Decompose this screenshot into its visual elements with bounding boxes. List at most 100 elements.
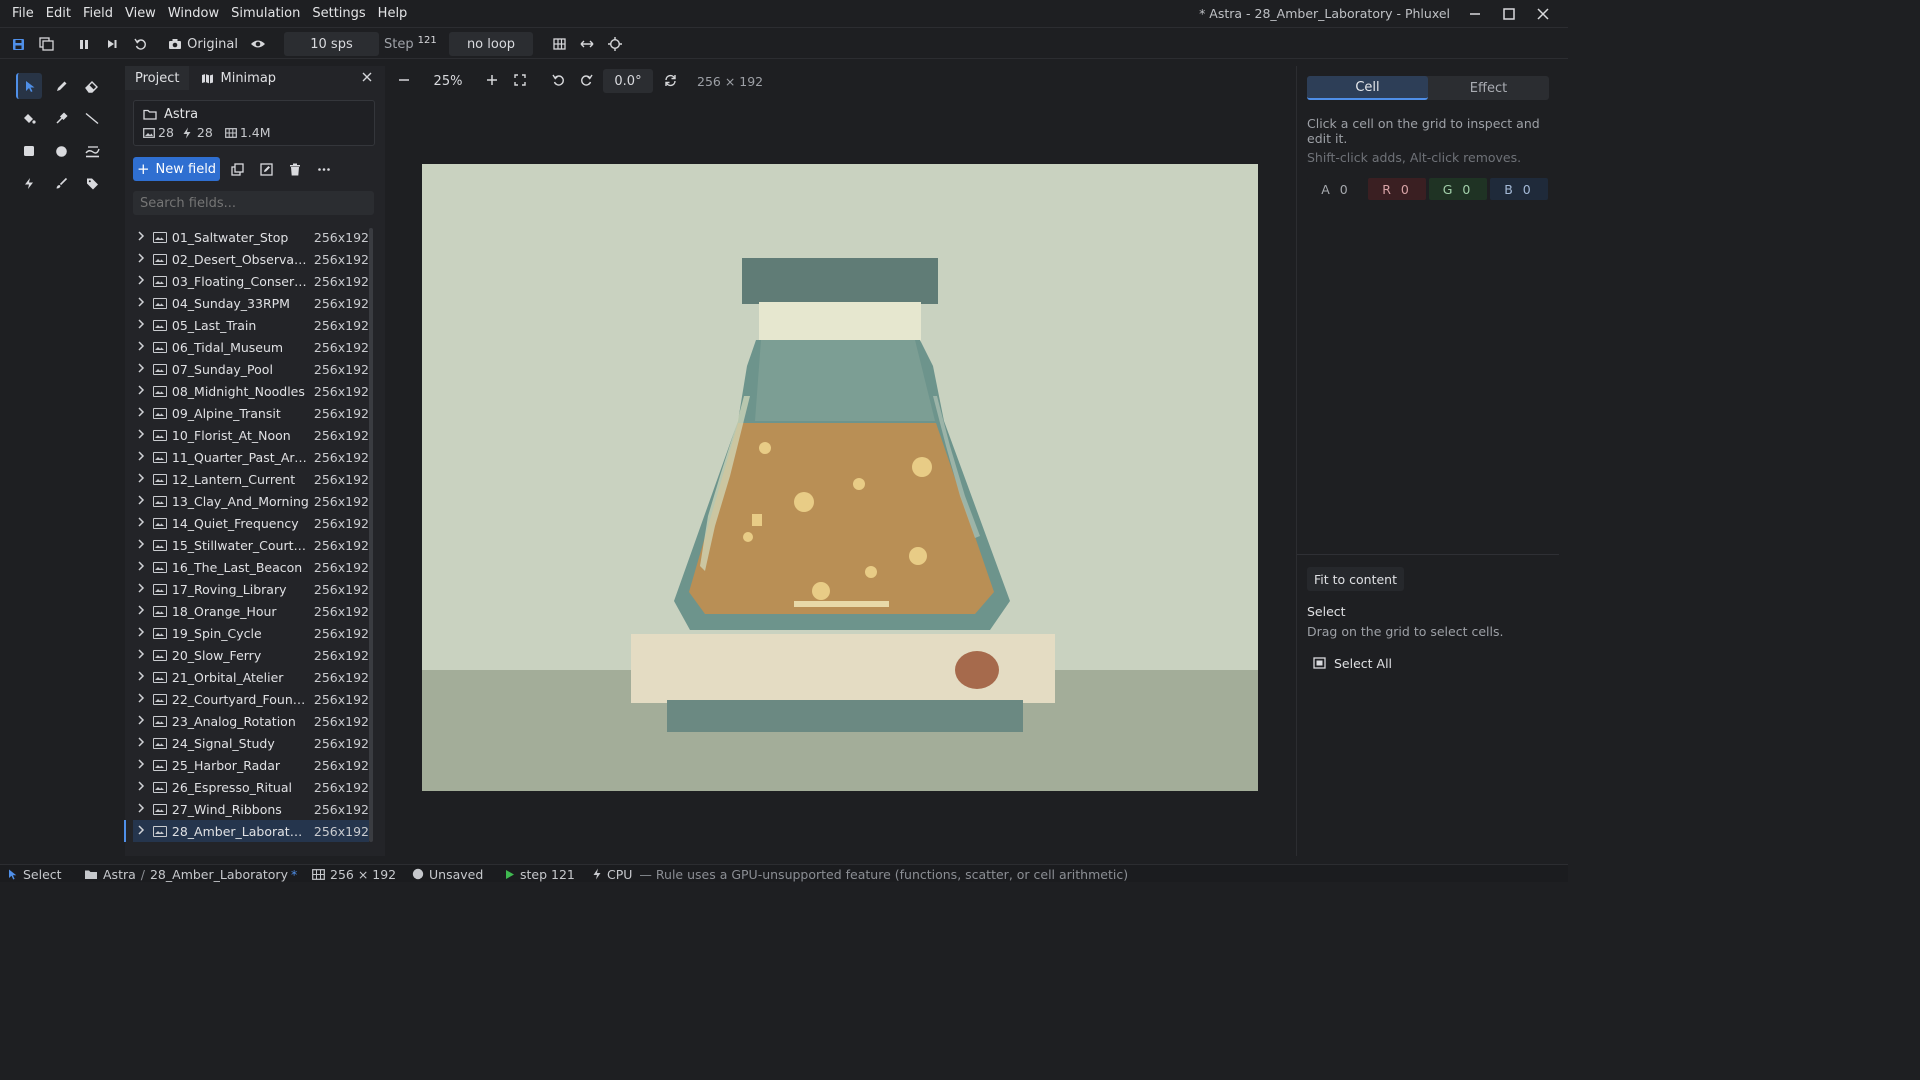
save-icon[interactable] (7, 29, 29, 59)
field-row[interactable]: 06_Tidal_Museum 256x192 (133, 336, 369, 358)
chevron-right-icon[interactable] (133, 758, 149, 772)
field-row[interactable]: 08_Midnight_Noodles 256x192 (133, 380, 369, 402)
canvas-viewport[interactable] (390, 96, 1292, 856)
eye-icon[interactable] (247, 29, 269, 59)
maximize-icon[interactable] (1492, 0, 1526, 28)
channel-r[interactable]: R 0 (1368, 178, 1426, 200)
chevron-right-icon[interactable] (133, 296, 149, 310)
fit-screen-icon[interactable] (514, 74, 526, 89)
field-row[interactable]: 24_Signal_Study 256x192 (133, 732, 369, 754)
chevron-right-icon[interactable] (133, 472, 149, 486)
field-row[interactable]: 19_Spin_Cycle 256x192 (133, 622, 369, 644)
chevron-right-icon[interactable] (133, 406, 149, 420)
chevron-right-icon[interactable] (133, 318, 149, 332)
chevron-right-icon[interactable] (133, 670, 149, 684)
field-row[interactable]: 03_Floating_Conserva... 256x192 (133, 270, 369, 292)
field-row[interactable]: 21_Orbital_Atelier 256x192 (133, 666, 369, 688)
chevron-right-icon[interactable] (133, 384, 149, 398)
reset-rotation-icon[interactable] (664, 74, 677, 90)
trash-icon[interactable] (289, 163, 301, 179)
crosshair-icon[interactable] (604, 29, 626, 59)
brush-icon[interactable] (48, 170, 74, 196)
field-row[interactable]: 15_Stillwater_Courtyard 256x192 (133, 534, 369, 556)
fill-bucket-icon[interactable] (16, 105, 42, 131)
select-all-button[interactable]: Select All (1313, 653, 1392, 673)
menu-view[interactable]: View (119, 0, 162, 28)
field-row[interactable]: 25_Harbor_Radar 256x192 (133, 754, 369, 776)
more-options-icon[interactable] (317, 163, 331, 179)
duplicate-icon[interactable] (231, 163, 244, 179)
chevron-right-icon[interactable] (133, 428, 149, 442)
field-row[interactable]: 16_The_Last_Beacon 256x192 (133, 556, 369, 578)
field-row[interactable]: 05_Last_Train 256x192 (133, 314, 369, 336)
close-panel-icon[interactable] (361, 71, 373, 86)
save-all-icon[interactable] (35, 29, 57, 59)
chevron-right-icon[interactable] (133, 516, 149, 530)
field-row[interactable]: 28_Amber_Laboratory... 256x192 (124, 820, 369, 842)
zoom-level[interactable]: 25% (424, 66, 472, 96)
chevron-right-icon[interactable] (133, 626, 149, 640)
close-window-icon[interactable] (1526, 0, 1560, 28)
tag-icon[interactable] (79, 170, 105, 196)
field-row[interactable]: 11_Quarter_Past_Arcade 256x192 (133, 446, 369, 468)
menu-field[interactable]: Field (77, 0, 119, 28)
chevron-right-icon[interactable] (133, 714, 149, 728)
field-row[interactable]: 18_Orange_Hour 256x192 (133, 600, 369, 622)
pause-icon[interactable] (73, 29, 95, 59)
pencil-icon[interactable] (48, 73, 74, 99)
chevron-right-icon[interactable] (133, 604, 149, 618)
loop-select[interactable]: no loop (449, 32, 533, 56)
field-row[interactable]: 07_Sunday_Pool 256x192 (133, 358, 369, 380)
tab-minimap[interactable]: Minimap (189, 66, 286, 90)
zoom-in-icon[interactable] (486, 74, 498, 89)
new-field-button[interactable]: + New field (133, 157, 220, 181)
line-tool-icon[interactable] (79, 105, 105, 131)
rotate-right-icon[interactable] (580, 74, 593, 90)
speed-field[interactable]: 10 sps (284, 32, 379, 56)
view-mode-toggle[interactable]: Original (168, 29, 238, 59)
field-row[interactable]: 22_Courtyard_Fountain 256x192 (133, 688, 369, 710)
field-row[interactable]: 17_Roving_Library 256x192 (133, 578, 369, 600)
chevron-right-icon[interactable] (133, 362, 149, 376)
eyedropper-icon[interactable] (48, 105, 74, 131)
menu-edit[interactable]: Edit (40, 0, 77, 28)
field-row[interactable]: 12_Lantern_Current 256x192 (133, 468, 369, 490)
chevron-right-icon[interactable] (133, 582, 149, 596)
step-forward-icon[interactable] (101, 29, 123, 59)
chevron-right-icon[interactable] (133, 494, 149, 508)
menu-simulation[interactable]: Simulation (225, 0, 306, 28)
select-tool-icon[interactable] (16, 73, 42, 99)
rectangle-tool-icon[interactable] (16, 138, 42, 164)
chevron-right-icon[interactable] (133, 802, 149, 816)
chevron-right-icon[interactable] (133, 560, 149, 574)
menu-window[interactable]: Window (162, 0, 225, 28)
chevron-right-icon[interactable] (133, 230, 149, 244)
grid-icon[interactable] (548, 29, 570, 59)
field-row[interactable]: 26_Espresso_Ritual 256x192 (133, 776, 369, 798)
rotate-left-icon[interactable] (552, 74, 565, 90)
chevron-right-icon[interactable] (133, 340, 149, 354)
field-row[interactable]: 02_Desert_Observatory 256x192 (133, 248, 369, 270)
circle-tool-icon[interactable] (48, 138, 74, 164)
channel-g[interactable]: G 0 (1429, 178, 1487, 200)
eraser-icon[interactable] (79, 73, 105, 99)
rotation-input[interactable]: 0.0° (603, 69, 653, 93)
menu-help[interactable]: Help (372, 0, 414, 28)
field-row[interactable]: 10_Florist_At_Noon 256x192 (133, 424, 369, 446)
horizontal-arrows-icon[interactable] (576, 29, 598, 59)
chevron-right-icon[interactable] (133, 736, 149, 750)
minimize-icon[interactable] (1458, 0, 1492, 28)
tab-project[interactable]: Project (125, 66, 190, 90)
field-row[interactable]: 01_Saltwater_Stop 256x192 (133, 226, 369, 248)
channel-a[interactable]: A 0 (1307, 178, 1365, 200)
project-card[interactable]: Astra 28 28 1.4M (133, 100, 375, 146)
field-row[interactable]: 04_Sunday_33RPM 256x192 (133, 292, 369, 314)
fit-to-content-button[interactable]: Fit to content (1307, 567, 1405, 591)
field-row[interactable]: 09_Alpine_Transit 256x192 (133, 402, 369, 424)
field-row[interactable]: 23_Analog_Rotation 256x192 (133, 710, 369, 732)
field-row[interactable]: 14_Quiet_Frequency 256x192 (133, 512, 369, 534)
gradient-tool-icon[interactable] (79, 138, 105, 164)
field-row[interactable]: 13_Clay_And_Morning 256x192 (133, 490, 369, 512)
field-row[interactable]: 27_Wind_Ribbons 256x192 (133, 798, 369, 820)
menu-file[interactable]: File (0, 0, 40, 28)
